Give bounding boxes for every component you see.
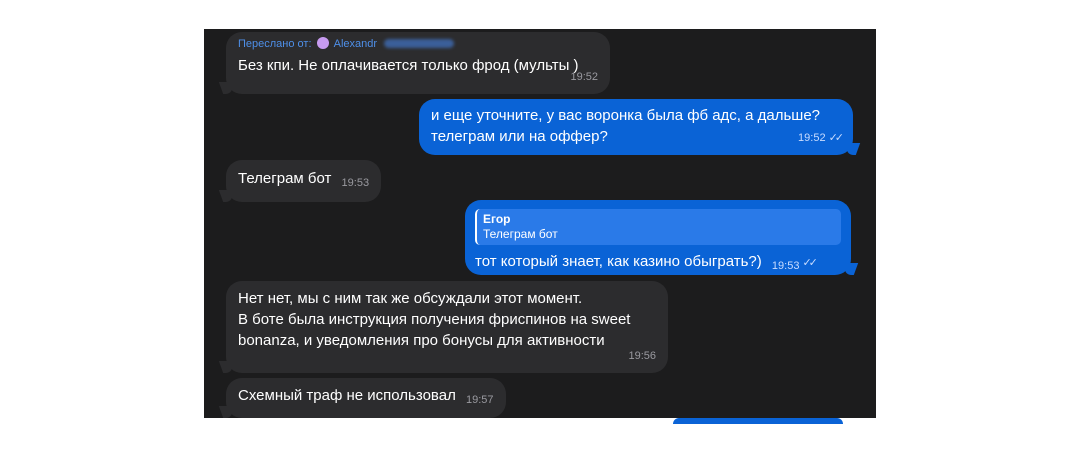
chat-window: Переслано от: Alexandr Без кпи. Не оплач… xyxy=(204,29,876,418)
forwarded-label: Переслано от: xyxy=(238,38,312,50)
message-text-line-2: телеграм или на оффер? xyxy=(431,128,608,145)
outgoing-message-partial[interactable] xyxy=(673,418,843,424)
message-status: 19:52 ✓✓ xyxy=(798,126,845,149)
message-text-line-1: и еще уточните, у вас воронка была фб ад… xyxy=(431,107,821,124)
incoming-message[interactable]: Телеграм бот 19:53 xyxy=(226,160,382,202)
incoming-message[interactable]: Переслано от: Alexandr Без кпи. Не оплач… xyxy=(226,32,610,94)
message-text: Без кпи. Не оплачивается только фрод (му… xyxy=(238,57,579,74)
message-text-line-1: Нет нет, мы с ним так же обсуждали этот … xyxy=(238,290,583,307)
double-check-icon: ✓✓ xyxy=(802,257,818,269)
message-text: Схемный траф не использовал xyxy=(238,387,456,404)
reply-quote[interactable]: Егор Телеграм бот xyxy=(475,209,841,245)
message-text-line-2: В боте была инструкция получения фриспин… xyxy=(238,311,631,328)
message-text: Телеграм бот xyxy=(238,170,332,187)
reply-quote-text: Телеграм бот xyxy=(483,227,558,241)
forwarded-sender-name[interactable]: Alexandr xyxy=(334,38,377,50)
incoming-message[interactable]: Нет нет, мы с ним так же обсуждали этот … xyxy=(226,281,668,373)
message-text-line-3: bonanza, и уведомления про бонусы для ак… xyxy=(238,332,605,349)
message-text-row: тот который знает, как казино обыграть?)… xyxy=(475,251,841,277)
message-text: тот который знает, как казино обыграть?) xyxy=(475,253,762,270)
outgoing-reply-message[interactable]: Егор Телеграм бот тот который знает, как… xyxy=(465,200,851,275)
message-time: 19:53 xyxy=(771,260,800,272)
message-time: 19:56 xyxy=(628,350,656,362)
forwarded-header: Переслано от: Alexandr xyxy=(238,37,598,51)
double-check-icon: ✓✓ xyxy=(828,132,845,144)
reply-quote-author: Егор xyxy=(483,212,511,226)
message-time: 19:52 xyxy=(570,71,598,83)
message-time: 19:53 xyxy=(341,177,370,189)
incoming-message[interactable]: Схемный траф не использовал 19:57 xyxy=(226,378,506,418)
message-time: 19:52 xyxy=(798,132,826,144)
message-time: 19:57 xyxy=(466,394,494,406)
redacted-surname xyxy=(384,39,455,48)
outgoing-message[interactable]: и еще уточните, у вас воронка была фб ад… xyxy=(419,99,853,155)
avatar xyxy=(316,37,329,49)
